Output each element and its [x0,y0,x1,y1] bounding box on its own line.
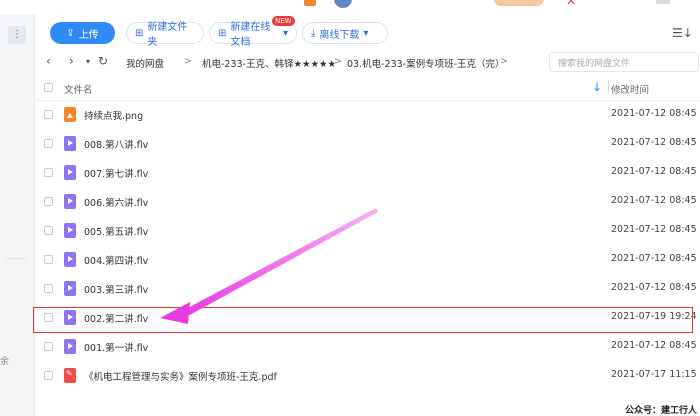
avatar [334,0,352,8]
table-row[interactable]: 《机电工程管理与实务》案例专项班-王克.pdf 2021-07-17 11:15 [34,361,700,390]
video-icon [64,165,76,180]
modified-time: 2021-07-12 08:45 [611,282,697,293]
file-name[interactable]: 持续点我.png [84,108,143,122]
navigation-bar: ‹ › ▾ ↻ 我的网盘 > 机电-233-王克、韩铎★★★★★ > 03.机电… [34,50,700,74]
more-icon[interactable]: ⋮ [8,26,26,44]
column-header-modified[interactable]: 修改时间 [611,82,649,96]
row-checkbox[interactable] [44,168,53,177]
sidebar-partial-label: 余 [0,357,10,367]
new-badge: NEW [272,16,295,26]
video-icon [64,339,76,354]
new-folder-icon: ⊞ [135,27,144,39]
upload-label: 上传 [78,29,99,41]
search-input[interactable]: 搜索我的网盘文件 [549,52,699,72]
video-icon [64,252,76,267]
file-name[interactable]: 004.第四讲.flv [84,253,148,267]
history-dropdown-icon[interactable]: ▾ [86,57,90,66]
new-doc-icon: ⊞ [218,27,227,39]
file-name[interactable]: 《机电工程管理与实务》案例专项班-王克.pdf [84,369,277,383]
breadcrumb-current[interactable]: 03.机电-233-案例专项班-王克（完） [347,56,505,70]
new-folder-button[interactable]: ⊞ 新建文件夹 [126,22,204,48]
file-name[interactable]: 003.第三讲.flv [84,282,148,296]
breadcrumb-separator: > [500,56,508,67]
modified-time: 2021-07-12 08:45 [611,224,697,235]
modified-time: 2021-07-12 08:45 [611,253,697,264]
download-icon: ⤓ [311,27,316,39]
row-checkbox[interactable] [44,197,53,206]
table-row[interactable]: 008.第八讲.flv 2021-07-12 08:45 [34,129,700,158]
table-row[interactable]: 007.第七讲.flv 2021-07-12 08:45 [34,158,700,187]
pdf-icon [64,368,76,383]
forward-icon[interactable]: › [69,54,74,68]
toolbar: ⇪ 上传 ⊞ 新建文件夹 ⊞ 新建在线文档 ▾ NEW ⤓ 离线下载 ▾ ☰↓ [34,14,700,50]
refresh-icon[interactable]: ↻ [98,54,108,68]
row-checkbox[interactable] [44,342,53,351]
modified-time: 2021-07-12 08:45 [611,166,697,177]
row-checkbox[interactable] [44,139,53,148]
table-row[interactable]: 001.第一讲.flv 2021-07-12 08:45 [34,332,700,361]
chevron-down-icon: ▾ [282,27,288,39]
chevron-down-icon: ▾ [363,27,369,39]
menu-icon [656,0,670,4]
table-row[interactable]: 005.第五讲.flv 2021-07-12 08:45 [34,216,700,245]
breadcrumb-folder[interactable]: 机电-233-王克、韩铎★★★★★ [202,56,336,70]
highlight-box [33,307,693,333]
row-checkbox[interactable] [44,226,53,235]
sort-down-icon[interactable]: ↓ [592,80,602,94]
watermark: 公众号：建工行人 [625,406,698,416]
modified-time: 2021-07-12 08:45 [611,137,697,148]
upload-button[interactable]: ⇪ 上传 [50,22,115,44]
column-header-name[interactable]: 文件名 [64,82,93,96]
breadcrumb-root[interactable]: 我的网盘 [126,56,164,70]
row-checkbox[interactable] [44,255,53,264]
cropped-header: ✕ [0,0,700,14]
breadcrumb-separator: > [184,56,192,67]
offline-download-button[interactable]: ⤓ 离线下载 ▾ [302,22,388,44]
row-checkbox[interactable] [44,110,53,119]
video-icon [64,223,76,238]
left-sidebar: ⋮ 余 [0,14,35,416]
column-divider [608,81,609,93]
table-row[interactable]: 006.第六讲.flv 2021-07-12 08:45 [34,187,700,216]
back-icon[interactable]: ‹ [46,54,51,68]
list-view-icon[interactable]: ☰↓ [672,26,693,40]
file-name[interactable]: 006.第六讲.flv [84,195,148,209]
row-checkbox[interactable] [44,371,53,380]
new-folder-label: 新建文件夹 [147,22,188,48]
video-icon [64,136,76,151]
image-icon [64,107,76,122]
table-header: 文件名 ↓ 修改时间 [34,76,700,101]
file-name[interactable]: 007.第七讲.flv [84,166,148,180]
file-name[interactable]: 001.第一讲.flv [84,340,148,354]
table-row[interactable]: 004.第四讲.flv 2021-07-12 08:45 [34,245,700,274]
modified-time: 2021-07-12 08:45 [611,108,697,119]
table-row[interactable]: 003.第三讲.flv 2021-07-12 08:45 [34,274,700,303]
modified-time: 2021-07-12 08:45 [611,195,697,206]
modified-time: 2021-07-17 11:15 [611,369,697,380]
upload-icon: ⇪ [66,27,75,39]
sidebar-divider [6,258,26,259]
gift-icon: ✕ [566,0,577,8]
file-name[interactable]: 005.第五讲.flv [84,224,148,238]
vip-pill [494,0,544,6]
offline-download-label: 离线下载 [319,29,360,41]
file-name[interactable]: 008.第八讲.flv [84,137,148,151]
search-placeholder: 搜索我的网盘文件 [558,59,631,69]
table-row[interactable]: 持续点我.png 2021-07-12 08:45 [34,100,700,129]
row-checkbox[interactable] [44,284,53,293]
select-all-checkbox[interactable] [44,83,53,92]
breadcrumb-separator: > [334,56,342,67]
video-icon [64,281,76,296]
orange-icon [304,0,316,6]
modified-time: 2021-07-12 08:45 [611,340,697,351]
video-icon [64,194,76,209]
